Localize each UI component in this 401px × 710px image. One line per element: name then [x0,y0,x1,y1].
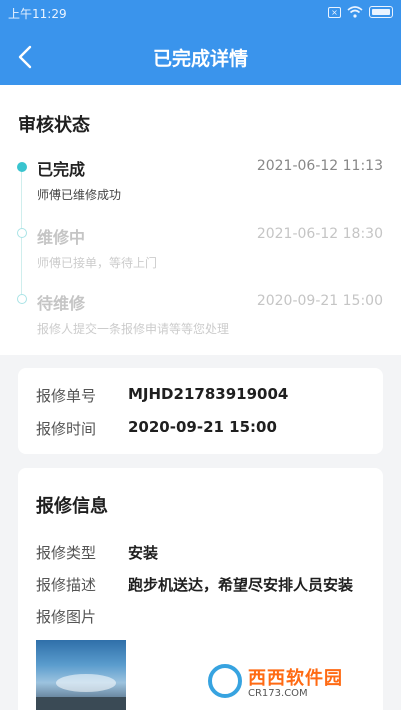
status-bar: 上午11:29 × [0,0,401,28]
step-time: 2020-09-21 15:00 [256,293,383,309]
timeline-dot [17,228,27,238]
notification-icon: × [328,6,341,18]
repair-photo[interactable] [36,640,126,710]
step-desc: 师傅已接单，等待上门 [37,256,158,270]
step-title: 待维修 [37,294,86,313]
timeline-dot [17,162,27,172]
repair-info-title: 报修信息 [36,496,108,517]
repair-image-label: 报修图片 [36,608,97,626]
photo-cloud [56,674,116,692]
watermark-sub: CR173.COM [248,687,308,699]
app-header: 上午11:29 × 已完成详情 [0,0,401,85]
repair-type-value: 安装 [128,544,159,562]
battery-icon [369,6,393,18]
step-title: 维修中 [37,228,86,247]
order-card: 报修单号 MJHD21783919004 报修时间 2020-09-21 15:… [18,368,383,454]
page-title: 已完成详情 [152,48,248,70]
review-status-title: 审核状态 [18,115,90,136]
status-time: 上午11:29 [8,7,67,21]
watermark-main: 西西软件园 [248,667,343,689]
watermark-logo-icon [208,664,242,698]
step-time: 2021-06-12 18:30 [256,226,383,242]
wifi-icon [347,6,363,18]
site-watermark: 西西软件园 CR173.COM [208,660,382,702]
step-title: 已完成 [37,160,86,179]
repair-desc-label: 报修描述 [36,576,97,594]
step-time: 2021-06-12 11:13 [256,158,383,174]
order-time-value: 2020-09-21 15:00 [128,418,277,436]
repair-desc-value: 跑步机送达，希望尽安排人员安装 [128,576,354,594]
status-icons: × [328,6,393,18]
repair-type-label: 报修类型 [36,544,97,562]
watermark-text: 西西软件园 CR173.COM [248,664,343,699]
step-desc: 师傅已维修成功 [37,188,122,202]
order-number-label: 报修单号 [36,387,97,405]
photo-ground [36,697,126,710]
order-time-label: 报修时间 [36,420,97,438]
step-desc: 报修人提交一条报修申请等等您处理 [37,322,230,336]
timeline-dot [17,294,27,304]
order-number-value: MJHD21783919004 [128,385,289,403]
